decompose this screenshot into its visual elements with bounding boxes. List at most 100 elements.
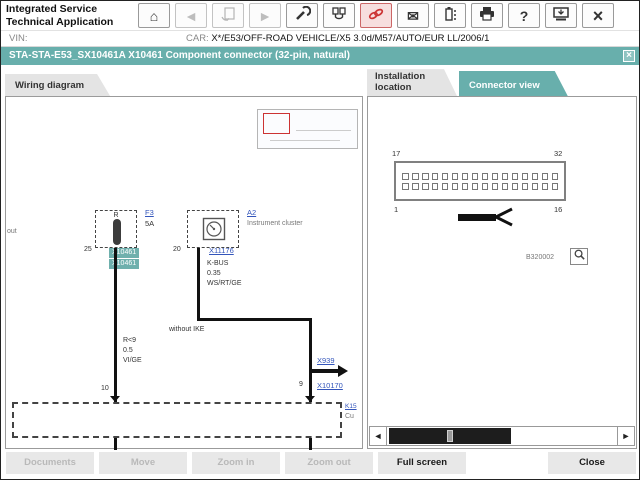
plug-icon [330,6,348,25]
minimize-button[interactable] [545,3,577,28]
left-wire-size: 0.5 [123,347,133,354]
fuse-rating: 5A [145,219,155,228]
x939-link[interactable]: X939 [317,356,335,365]
tab-wiring-diagram[interactable]: Wiring diagram [5,74,110,96]
connector-pin[interactable] [402,182,409,190]
fuse-component-box[interactable]: R [95,210,137,248]
pin-row [402,172,559,180]
cluster-wire [197,248,200,320]
kbus-color: WS/RT/GE [207,280,242,287]
connector-pin[interactable] [511,182,519,190]
connector-pin[interactable] [431,182,439,190]
connector-pin[interactable] [491,172,499,180]
connector-pin[interactable] [461,172,469,180]
print-button[interactable] [471,3,503,28]
connector-pin[interactable] [461,182,469,190]
connector-pin[interactable] [481,182,489,190]
branch-pin-number: 9 [299,381,303,388]
wrench-icon [293,5,312,25]
document-close-button[interactable]: × [623,50,635,62]
back-icon: ◄ [184,7,198,24]
instrument-cluster-link[interactable]: A2 [247,208,256,217]
connector-pin[interactable] [411,172,419,180]
link-button[interactable] [360,3,392,28]
connector-pin[interactable] [551,172,559,180]
connector-pin[interactable] [491,182,499,190]
connector-pin[interactable] [471,172,479,180]
connector-pin[interactable] [441,182,449,190]
fuse-designator: R [113,212,119,219]
graphic-ref: B320002 [526,254,555,261]
x939-arrow-head [338,365,348,377]
car-label: CAR: [186,33,209,44]
mail-button[interactable]: ✉ [397,3,429,28]
tab-installation-location[interactable]: Installation location [367,69,457,96]
connector-pin[interactable] [411,182,419,190]
magnifier-icon [573,248,586,266]
connector-pin[interactable] [431,172,439,180]
connector-pin[interactable] [541,182,549,190]
edge-wire-note: out [7,228,17,235]
scroll-right-button[interactable]: ► [617,426,635,446]
connector-pin[interactable] [541,172,549,180]
connector-pin[interactable] [441,172,449,180]
link-icon [367,6,385,25]
help-button[interactable]: ? [508,3,540,28]
fuse-link[interactable]: F3 [145,208,154,217]
workshop-button[interactable] [286,3,318,28]
main-area: out R F3 5A 25 X10461 X10461 A2 Instrume… [1,96,639,450]
connector-pin[interactable] [451,182,459,190]
left-wire-color: VI/GE [123,357,142,364]
diagram-overview-thumbnail[interactable] [257,109,358,149]
battery-button[interactable] [434,3,466,28]
header: Integrated Service Technical Application… [1,1,639,31]
scroll-left-button[interactable]: ◄ [369,426,387,446]
scrollbar-grip [447,430,453,442]
connector-pin[interactable] [521,172,529,180]
back-button[interactable]: ◄ [175,3,207,28]
connector-pin[interactable] [511,172,519,180]
close-app-button[interactable]: × [582,3,614,28]
scrollbar-track[interactable] [387,426,617,446]
connector-pin[interactable] [421,182,429,190]
connection-button[interactable] [323,3,355,28]
connector-pin[interactable] [402,172,409,180]
connector-pin[interactable] [421,172,429,180]
ista-window: Integrated Service Technical Application… [0,0,640,480]
cluster-connector-link[interactable]: X11176 [209,246,234,255]
connector-pin[interactable] [481,172,489,180]
connector-pin[interactable] [501,182,509,190]
connector-pin[interactable] [551,182,559,190]
close-button[interactable]: Close [548,452,636,474]
connector-pin[interactable] [531,172,539,180]
home-button[interactable]: ⌂ [138,3,170,28]
left-wire-pin-number: 10 [101,385,109,392]
instrument-cluster-box[interactable] [187,210,239,248]
connector-pin[interactable] [501,172,509,180]
ground-box-link[interactable]: K15 [345,403,357,410]
full-screen-button[interactable]: Full screen [378,452,466,474]
horizontal-scrollbar: ◄ ► [369,426,635,446]
forward-button[interactable]: ► [249,3,281,28]
connector-pin-grid[interactable] [394,161,566,201]
connector-pin[interactable] [531,182,539,190]
car-value: X*/E53/OFF-ROAD VEHICLE/X5 3.0d/M57/AUTO… [211,33,490,44]
branch-connector-link[interactable]: X10170 [317,381,343,390]
zoom-out-button: Zoom out [285,452,373,474]
x939-arrow [312,369,338,373]
connector-pin[interactable] [471,182,479,190]
toolbar: ⌂ ◄ ► ✉ ? × [138,3,634,28]
pin-label-1: 1 [394,205,399,214]
page-forward-button[interactable] [212,3,244,28]
wiring-diagram-panel[interactable]: out R F3 5A 25 X10461 X10461 A2 Instrume… [5,96,363,450]
pin-label-32: 32 [554,149,563,158]
instrument-cluster-label: Instrument cluster [247,220,303,227]
tab-connector-view[interactable]: Connector view [459,71,568,96]
magnify-button[interactable] [570,248,588,265]
move-button: Move [99,452,187,474]
overview-line [296,130,351,131]
scrollbar-thumb[interactable] [389,428,511,444]
overview-viewport-rect [263,113,290,134]
connector-pin[interactable] [521,182,529,190]
connector-pin[interactable] [451,172,459,180]
